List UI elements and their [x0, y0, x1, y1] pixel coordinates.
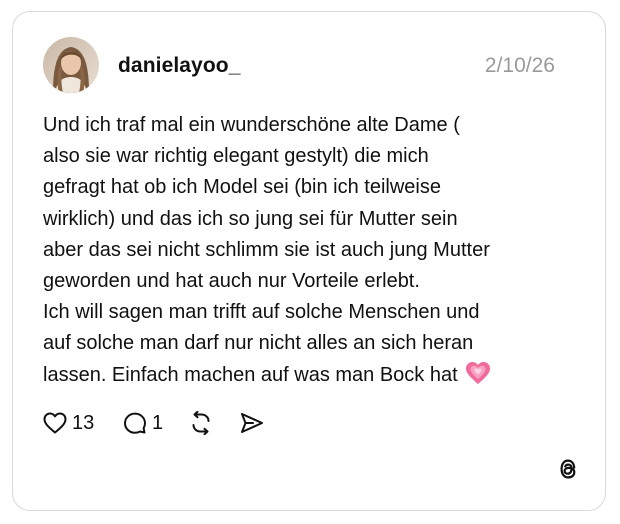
speech-bubble-icon [124, 412, 146, 434]
post-line: gefragt hat ob ich Model sei (bin ich te… [43, 176, 441, 199]
post-date: 2/10/26 [484, 54, 555, 77]
share-button[interactable] [239, 409, 265, 437]
username[interactable]: danielayoo_ [118, 53, 240, 79]
like-button[interactable]: 13 [43, 409, 94, 437]
post-line: geworden und hat auch nur Vorteile erleb… [43, 270, 420, 293]
repost-icon [192, 411, 210, 435]
post-line: Und ich traf mal ein wunderschöne alte D… [43, 114, 460, 136]
heart-outline-icon [43, 412, 67, 434]
repost-button[interactable] [189, 409, 213, 437]
like-count: 13 [72, 412, 95, 434]
post-line: also sie war richtig elegant gestylt) di… [43, 145, 429, 168]
growing-heart-emoji [465, 361, 491, 395]
reply-button[interactable]: 1 [123, 409, 163, 437]
post-line: aber das sei nicht schlimm sie ist auch … [43, 238, 490, 261]
reply-count: 1 [152, 412, 164, 434]
post-line: wirklich) und das ich so jung sei für Mu… [43, 207, 458, 230]
threads-logo [555, 456, 581, 482]
post-card: danielayoo_ 2/10/26 Und ich traf mal ein… [12, 11, 606, 511]
post-body: Und ich traf mal ein wunderschöne alte D… [43, 110, 583, 395]
avatar[interactable] [43, 37, 99, 93]
post-line: Ich will sagen man trifft auf solche Men… [43, 301, 480, 324]
post-line: auf solche man darf nur nicht alles an s… [43, 332, 474, 355]
send-icon [241, 413, 263, 433]
post-line-text: lassen. Einfach machen auf was man Bock … [43, 363, 458, 386]
post-line-last: lassen. Einfach machen auf was man Bock … [43, 360, 583, 395]
